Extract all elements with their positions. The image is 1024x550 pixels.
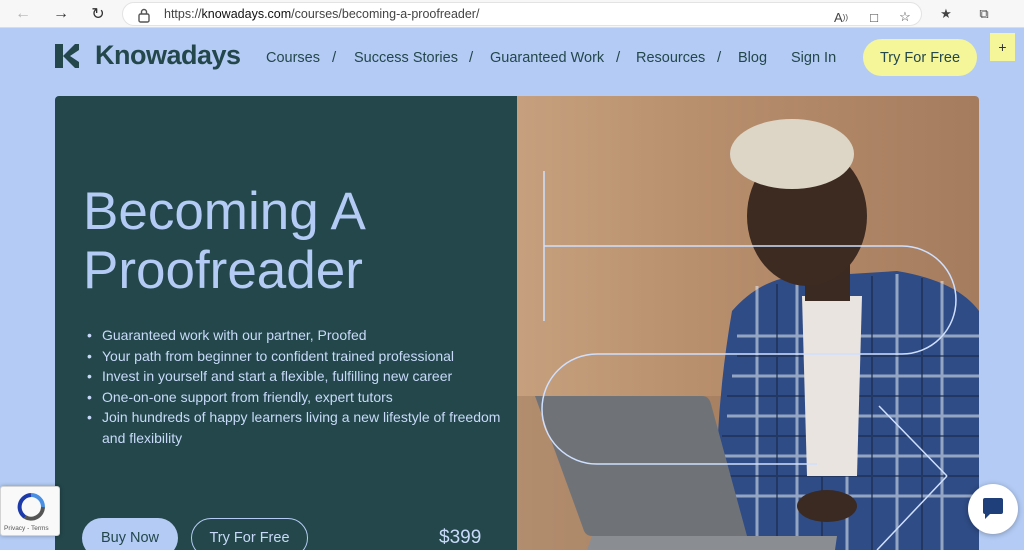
buy-now-button[interactable]: Buy Now: [82, 518, 178, 550]
nav-courses[interactable]: Courses: [266, 50, 320, 66]
try-for-free-button[interactable]: Try For Free: [191, 518, 308, 550]
page-title: Becoming A Proofreader: [83, 182, 366, 300]
hero-photo: [517, 96, 979, 550]
read-aloud-icon[interactable]: A)): [831, 7, 851, 27]
page-title-line-1: Becoming A: [83, 182, 366, 241]
url-text[interactable]: https://knowadays.com/courses/becoming-a…: [164, 7, 479, 21]
nav-separator: /: [717, 49, 722, 66]
knowadays-logo-icon[interactable]: [55, 44, 79, 68]
hero-photo-illustration: [517, 119, 979, 550]
nav-guaranteed-work[interactable]: Guaranteed Work: [490, 50, 604, 66]
nav-separator: /: [469, 49, 474, 66]
feature-item: One-on-one support from friendly, expert…: [85, 387, 505, 408]
nav-blog[interactable]: Blog: [738, 50, 767, 66]
recaptcha-badge[interactable]: Privacy - Terms: [0, 486, 60, 536]
chat-launcher-button[interactable]: [968, 484, 1018, 534]
browser-toolbar: ← → ↻ https://knowadays.com/courses/beco…: [0, 0, 1024, 28]
reload-icon[interactable]: ↻: [87, 3, 109, 25]
try-for-free-header-button[interactable]: Try For Free: [863, 39, 977, 76]
url-host: knowadays.com: [201, 7, 292, 21]
nav-success-stories[interactable]: Success Stories: [354, 50, 458, 66]
address-bar[interactable]: https://knowadays.com/courses/becoming-a…: [122, 2, 922, 26]
nav-resources[interactable]: Resources: [636, 50, 705, 66]
feature-item: Guaranteed work with our partner, Proofe…: [85, 325, 505, 346]
nav-separator: /: [332, 49, 337, 66]
feature-list: Guaranteed work with our partner, Proofe…: [85, 325, 505, 448]
plus-button[interactable]: +: [990, 33, 1015, 61]
url-path: /courses/becoming-a-proofreader/: [291, 7, 480, 21]
sign-in-link[interactable]: Sign In: [791, 50, 836, 66]
chat-bubble-icon: [983, 498, 1003, 519]
favorite-star-icon[interactable]: ☆: [895, 7, 915, 27]
recaptcha-terms[interactable]: Privacy - Terms: [4, 525, 49, 532]
hero-panel: [55, 96, 517, 550]
course-price: $399: [439, 527, 482, 548]
lock-icon[interactable]: [137, 7, 151, 23]
feature-item: Join hundreds of happy learners living a…: [85, 407, 505, 448]
collections-icon[interactable]: ⧉: [974, 4, 994, 24]
url-protocol: https://: [164, 7, 202, 21]
feature-item: Your path from beginner to confident tra…: [85, 346, 505, 367]
page-title-line-2: Proofreader: [83, 241, 363, 300]
favorites-icon[interactable]: ★: [936, 4, 956, 24]
logo-text[interactable]: Knowadays: [95, 40, 241, 71]
back-arrow-icon[interactable]: ←: [12, 3, 34, 25]
recaptcha-icon: [17, 493, 45, 521]
immersive-reader-icon[interactable]: □: [864, 7, 884, 27]
nav-separator: /: [616, 49, 621, 66]
feature-item: Invest in yourself and start a flexible,…: [85, 366, 505, 387]
forward-arrow-icon[interactable]: →: [50, 3, 72, 25]
